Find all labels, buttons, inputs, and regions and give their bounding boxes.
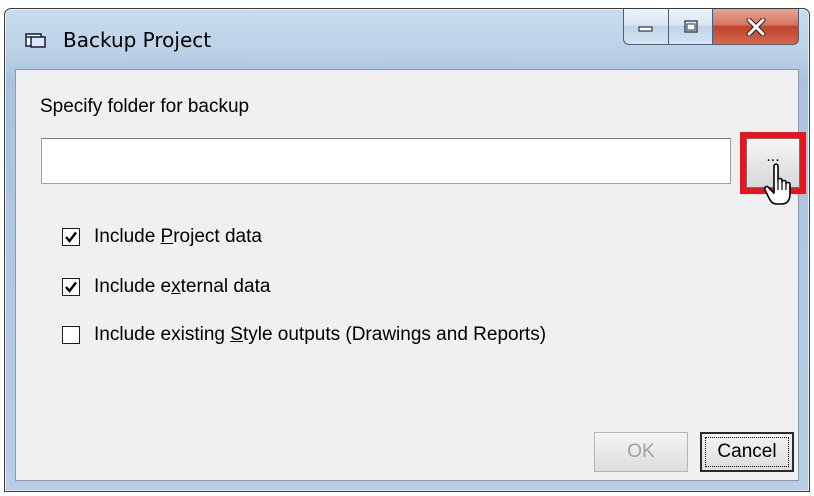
- hand-cursor-icon: [764, 163, 791, 205]
- dialog-body: Specify folder for backup ... Include Pr…: [15, 69, 806, 481]
- option-label: Include external data: [94, 276, 271, 297]
- option-label: Include Project data: [94, 226, 262, 247]
- cancel-button[interactable]: Cancel: [700, 432, 794, 472]
- checkmark-icon: [65, 281, 77, 293]
- focus-rect: [705, 437, 789, 467]
- title-bar[interactable]: Backup Project: [5, 9, 809, 69]
- option-include-external-data[interactable]: Include external data: [62, 276, 270, 298]
- project-icon: [25, 33, 46, 48]
- option-include-style-outputs[interactable]: Include existing Style outputs (Drawings…: [62, 324, 546, 346]
- checkmark-icon: [65, 231, 77, 243]
- close-icon: [746, 17, 765, 36]
- maximize-button[interactable]: [669, 9, 713, 45]
- minimize-button[interactable]: [623, 9, 669, 45]
- backup-project-dialog: Backup Project Specify folder for backup…: [4, 8, 810, 492]
- close-button[interactable]: [713, 9, 799, 45]
- minimize-icon: [638, 25, 653, 32]
- ok-button[interactable]: OK: [594, 432, 688, 472]
- checkbox-style-outputs[interactable]: [62, 326, 80, 344]
- checkbox-project-data[interactable]: [62, 228, 80, 246]
- maximize-icon: [683, 19, 698, 33]
- window-title: Backup Project: [63, 28, 212, 52]
- folder-label: Specify folder for backup: [40, 96, 250, 117]
- folder-path-input[interactable]: [41, 138, 731, 184]
- option-include-project-data[interactable]: Include Project data: [62, 226, 262, 248]
- window-controls: [623, 9, 799, 47]
- checkbox-external-data[interactable]: [62, 278, 80, 296]
- option-label: Include existing Style outputs (Drawings…: [94, 324, 547, 345]
